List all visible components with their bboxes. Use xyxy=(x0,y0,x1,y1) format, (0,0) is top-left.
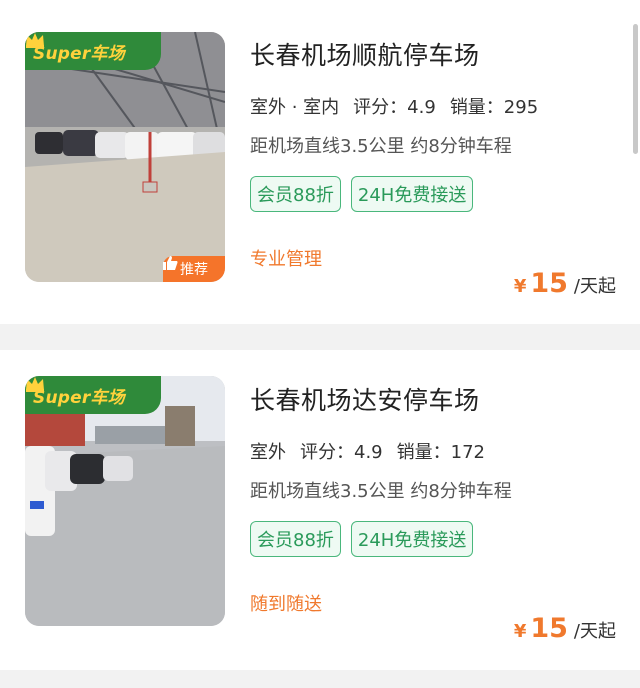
price-amount: 15 xyxy=(530,268,568,299)
price-amount: 15 xyxy=(530,613,568,644)
tag-member-discount: 会员88折 xyxy=(250,521,341,557)
feature-text: 专业管理 xyxy=(250,249,322,270)
parking-lot-title[interactable]: 长春机场顺航停车场 xyxy=(250,36,480,72)
price-currency: ¥ xyxy=(513,276,527,297)
price-unit: /天起 xyxy=(573,276,616,297)
parking-meta: 室外 评分：4.9 销量：172 xyxy=(249,438,499,469)
parking-lot-photo[interactable]: Super车场 推荐 xyxy=(25,32,225,282)
distance-text: 距机场直线3.5公里 约8分钟车程 xyxy=(250,481,512,502)
price: ¥ 15 /天起 xyxy=(514,268,616,299)
tag-list: 会员88折 24H免费接送 xyxy=(250,176,483,212)
price-unit: /天起 xyxy=(573,621,616,642)
rating: 评分：4.9 xyxy=(353,97,436,118)
feature-text: 随到随送 xyxy=(250,594,322,615)
location-type: 室外 · 室内 xyxy=(249,93,340,124)
parking-lot-photo[interactable]: Super车场 xyxy=(25,376,225,626)
scrollbar[interactable] xyxy=(633,24,638,154)
tag-free-shuttle: 24H免费接送 xyxy=(350,176,474,212)
crown-icon xyxy=(26,33,44,48)
tag-free-shuttle: 24H免费接送 xyxy=(350,521,474,557)
sales-count: 销量：172 xyxy=(396,442,485,463)
parking-lot-title[interactable]: 长春机场达安停车场 xyxy=(250,381,480,417)
crown-icon xyxy=(26,377,44,392)
distance-text: 距机场直线3.5公里 约8分钟车程 xyxy=(250,136,512,157)
tag-list: 会员88折 24H免费接送 xyxy=(250,521,483,557)
rating: 评分：4.9 xyxy=(300,442,383,463)
super-badge-label: Super车场 xyxy=(33,43,125,64)
price-currency: ¥ xyxy=(513,621,527,642)
price: ¥ 15 /天起 xyxy=(514,613,616,644)
thumbs-up-icon xyxy=(163,256,178,270)
recommend-badge: 推荐 xyxy=(163,256,225,282)
sales-count: 销量：295 xyxy=(449,97,539,118)
super-badge: Super车场 xyxy=(25,376,161,414)
tag-member-discount: 会员88折 xyxy=(250,176,341,212)
super-badge-label: Super车场 xyxy=(33,387,125,408)
recommend-label: 推荐 xyxy=(180,262,208,278)
super-badge: Super车场 xyxy=(25,32,161,70)
location-type: 室外 xyxy=(249,438,287,469)
parking-meta: 室外 · 室内 评分：4.9 销量：295 xyxy=(249,93,552,124)
